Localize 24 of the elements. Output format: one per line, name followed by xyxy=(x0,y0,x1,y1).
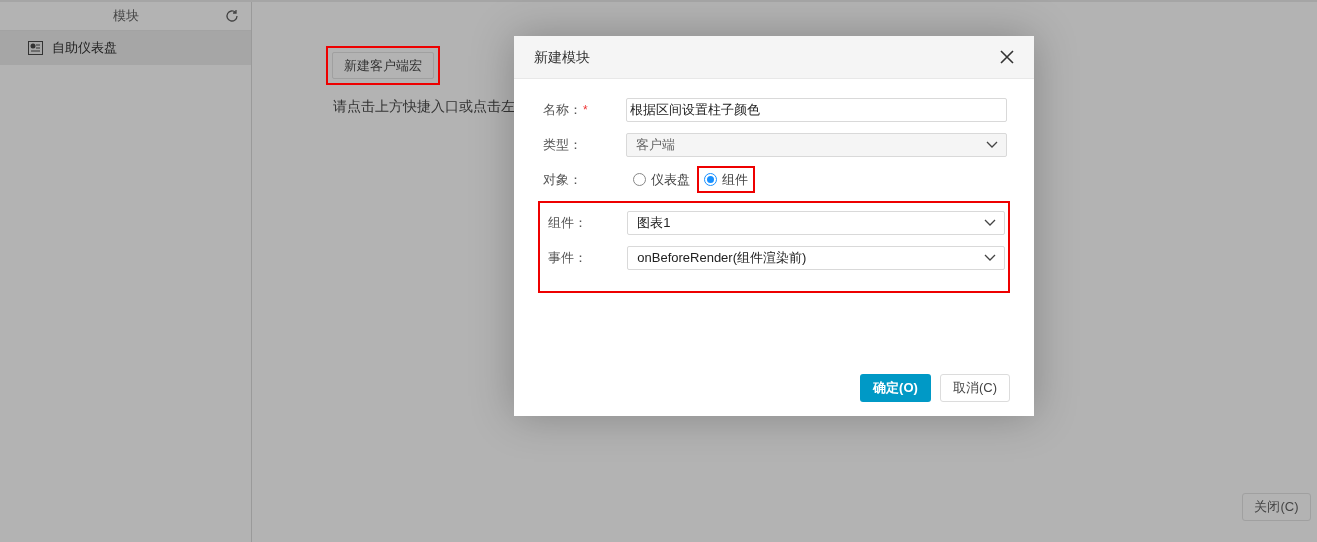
dashboard-icon xyxy=(28,41,43,55)
field-label: 对象： xyxy=(543,170,582,189)
radio-option[interactable]: 仪表盘 xyxy=(633,169,690,190)
radio-option[interactable]: 组件 xyxy=(704,169,748,190)
sidebar-item[interactable]: 自助仪表盘 xyxy=(0,31,251,65)
refresh-icon[interactable] xyxy=(225,9,239,23)
field-label: 类型： xyxy=(543,135,582,154)
field-label: 组件： xyxy=(548,213,587,232)
select-field[interactable]: 图表1 xyxy=(627,210,1005,235)
hint-text: 请点击上方快捷入口或点击左 xyxy=(333,97,515,116)
select-field[interactable]: onBeforeRender(组件渲染前) xyxy=(627,245,1005,270)
name-field[interactable]: 根据区间设置柱子颜色 xyxy=(626,97,1007,122)
close-icon[interactable] xyxy=(1000,50,1014,64)
new-macro-button[interactable]: 新建客户端宏 xyxy=(332,52,434,79)
field-label: 名称： xyxy=(543,100,582,119)
chevron-down-icon xyxy=(986,141,998,148)
chevron-down-icon xyxy=(984,254,996,261)
close-button[interactable]: 关闭(C) xyxy=(1242,493,1311,521)
required-mark: * xyxy=(583,101,588,119)
sidebar-title: 模块 xyxy=(112,7,139,26)
cancel-button[interactable]: 取消(C) xyxy=(940,374,1010,402)
field-label: 事件： xyxy=(548,248,587,267)
dialog-title: 新建模块 xyxy=(534,47,590,67)
chevron-down-icon xyxy=(984,219,996,226)
